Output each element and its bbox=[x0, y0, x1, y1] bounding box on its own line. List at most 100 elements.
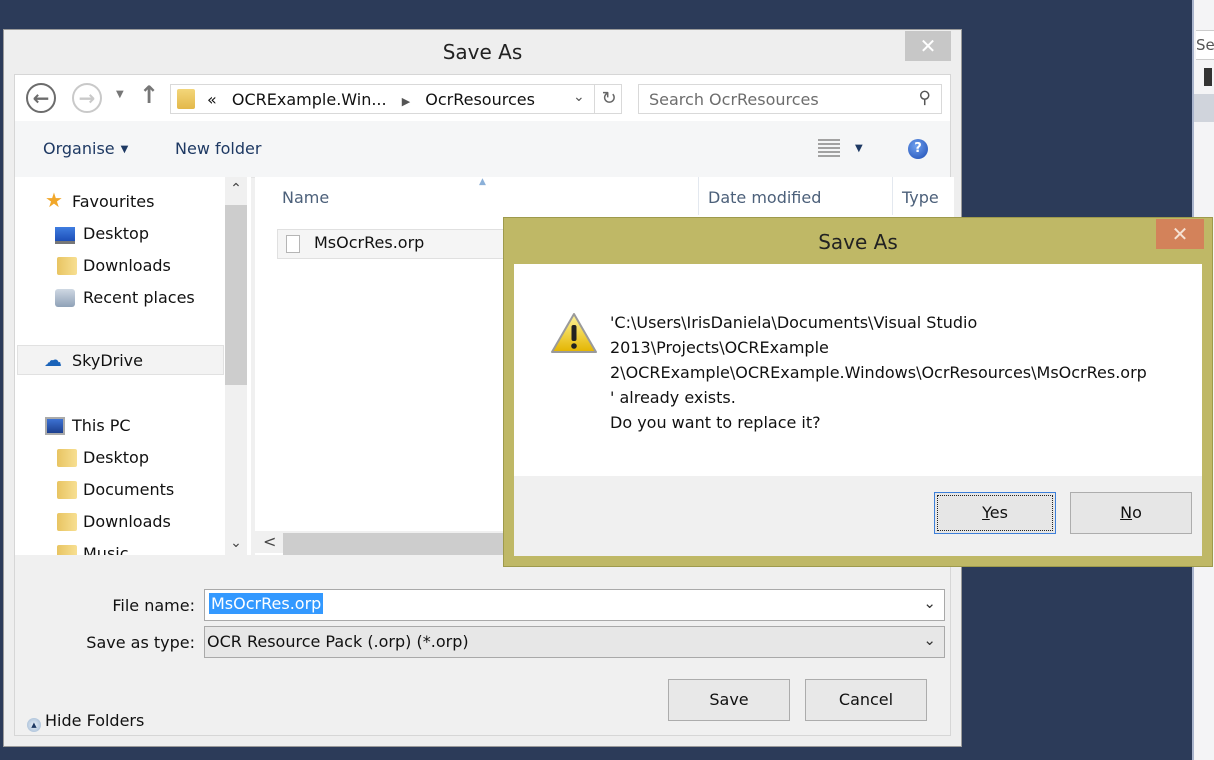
folder-icon bbox=[177, 89, 195, 109]
message-line: 'C:\Users\IrisDaniela\Documents\Visual S… bbox=[610, 313, 978, 332]
message-line: 2\OCRExample\OCRExample.Windows\OcrResou… bbox=[610, 363, 1147, 382]
collapse-icon: ▲ bbox=[27, 718, 41, 732]
sidebar-item-favourites[interactable]: ★ Favourites bbox=[15, 187, 225, 217]
breadcrumb-item[interactable]: OCRExample.Win... bbox=[232, 90, 387, 109]
yes-button[interactable]: Yes bbox=[934, 492, 1056, 534]
column-divider[interactable] bbox=[698, 177, 699, 215]
save-as-type-label: Save as type: bbox=[86, 633, 195, 652]
downloads-folder-icon bbox=[57, 513, 77, 531]
breadcrumb-overflow[interactable]: « bbox=[207, 90, 217, 109]
message-line: ' already exists. bbox=[610, 388, 736, 407]
search-placeholder: Search OcrResources bbox=[649, 90, 819, 109]
organise-label: Organise bbox=[43, 139, 115, 158]
breadcrumb: « OCRExample.Win... ▶ OcrResources bbox=[207, 90, 535, 109]
chevron-down-icon[interactable]: ⌄ bbox=[923, 631, 936, 649]
scroll-up-icon[interactable]: ⌃ bbox=[225, 181, 247, 197]
documents-folder-icon bbox=[57, 481, 77, 499]
sidebar-item-label: Downloads bbox=[83, 512, 171, 531]
sidebar-item-label: This PC bbox=[72, 416, 131, 435]
column-divider[interactable] bbox=[892, 177, 893, 215]
forward-button[interactable]: → bbox=[72, 83, 102, 113]
scroll-left-icon[interactable]: < bbox=[263, 532, 276, 551]
skydrive-icon: ☁ bbox=[44, 350, 62, 371]
confirm-button-bar: Yes No bbox=[514, 476, 1202, 556]
sidebar-scrollbar[interactable]: ⌃ ⌄ bbox=[225, 177, 247, 555]
save-button[interactable]: Save bbox=[668, 679, 790, 721]
hide-folders-button[interactable]: ▲ Hide Folders bbox=[27, 711, 144, 732]
sidebar-item-label: Downloads bbox=[83, 256, 171, 275]
computer-icon bbox=[45, 417, 65, 435]
sidebar-item-pc-desktop[interactable]: Desktop bbox=[15, 443, 225, 473]
confirm-dialog-title: Save As bbox=[818, 230, 898, 254]
navigation-bar: ← → ▼ ↑ « OCRExample.Win... ▶ OcrResourc… bbox=[15, 75, 950, 121]
confirm-message: 'C:\Users\IrisDaniela\Documents\Visual S… bbox=[610, 310, 1147, 435]
sidebar-item-this-pc[interactable]: This PC bbox=[15, 411, 225, 441]
column-header-name[interactable]: Name bbox=[282, 177, 329, 219]
new-folder-button[interactable]: New folder bbox=[175, 139, 261, 158]
yes-mnemonic: Y bbox=[982, 503, 990, 522]
message-line: 2013\Projects\OCRExample bbox=[610, 338, 829, 357]
view-options-dropdown[interactable]: ▼ bbox=[855, 143, 863, 154]
caret-down-icon: ▼ bbox=[120, 144, 129, 155]
chevron-down-icon[interactable]: ⌄ bbox=[573, 89, 585, 105]
no-mnemonic: N bbox=[1120, 503, 1133, 522]
close-button[interactable]: ✕ bbox=[905, 31, 951, 61]
desktop-icon bbox=[55, 227, 75, 244]
confirm-replace-dialog: Save As ✕ 'C:\Users\IrisDaniela\Document… bbox=[503, 217, 1213, 567]
dialog-title: Save As bbox=[442, 40, 523, 64]
sidebar-item-recent-places[interactable]: Recent places bbox=[15, 283, 225, 313]
confirm-close-button[interactable]: ✕ bbox=[1156, 219, 1204, 249]
sidebar-item-music[interactable]: Music bbox=[15, 539, 225, 555]
address-bar[interactable]: « OCRExample.Win... ▶ OcrResources ⌄ ↻ bbox=[170, 84, 622, 114]
horizontal-scrollbar[interactable]: < bbox=[255, 531, 515, 555]
background-marker bbox=[1204, 68, 1212, 86]
sidebar-item-label: Desktop bbox=[83, 448, 149, 467]
column-header-type[interactable]: Type bbox=[902, 177, 939, 219]
yes-label: es bbox=[989, 503, 1008, 522]
sidebar-item-pc-downloads[interactable]: Downloads bbox=[15, 507, 225, 537]
sidebar-item-skydrive[interactable]: ☁ SkyDrive bbox=[17, 345, 224, 375]
recent-locations-dropdown[interactable]: ▼ bbox=[116, 89, 124, 100]
message-line: Do you want to replace it? bbox=[610, 413, 821, 432]
view-details-icon[interactable] bbox=[818, 139, 840, 157]
scrollbar-thumb[interactable] bbox=[225, 205, 247, 385]
file-name-input[interactable]: MsOcrRes.orp ⌄ bbox=[204, 589, 945, 621]
file-name-label: File name: bbox=[112, 596, 195, 615]
save-as-type-select[interactable]: OCR Resource Pack (.orp) (*.orp) ⌄ bbox=[204, 626, 945, 658]
sidebar-item-downloads[interactable]: Downloads bbox=[15, 251, 225, 281]
search-icon[interactable]: ⚲ bbox=[919, 88, 931, 108]
sidebar-item-desktop[interactable]: Desktop bbox=[15, 219, 225, 249]
scroll-down-icon[interactable]: ⌄ bbox=[225, 535, 247, 551]
sidebar-item-label: Music bbox=[83, 544, 129, 555]
organise-button[interactable]: Organise ▼ bbox=[43, 139, 128, 158]
sort-ascending-icon: ▲ bbox=[479, 177, 486, 187]
sidebar-item-documents[interactable]: Documents bbox=[15, 475, 225, 505]
hide-folders-label: Hide Folders bbox=[45, 711, 145, 730]
sidebar-item-label: Recent places bbox=[83, 288, 195, 307]
background-header-bar bbox=[1194, 94, 1214, 122]
back-button[interactable]: ← bbox=[26, 83, 56, 113]
confirm-dialog-body: 'C:\Users\IrisDaniela\Documents\Visual S… bbox=[514, 264, 1202, 556]
file-row[interactable]: MsOcrRes.orp bbox=[277, 229, 517, 259]
recent-places-icon bbox=[55, 289, 75, 307]
background-search-field: Se bbox=[1196, 30, 1214, 60]
no-button[interactable]: No bbox=[1070, 492, 1192, 534]
scrollbar-thumb[interactable] bbox=[283, 533, 515, 555]
help-icon[interactable]: ? bbox=[908, 139, 928, 159]
file-name-value[interactable]: MsOcrRes.orp bbox=[209, 593, 324, 614]
up-folder-button[interactable]: ↑ bbox=[139, 81, 159, 109]
search-input[interactable]: Search OcrResources ⚲ bbox=[638, 84, 942, 114]
star-icon: ★ bbox=[45, 188, 63, 212]
breadcrumb-separator-icon[interactable]: ▶ bbox=[402, 95, 410, 108]
cancel-button[interactable]: Cancel bbox=[805, 679, 927, 721]
refresh-button[interactable]: ↻ bbox=[594, 85, 623, 113]
chevron-down-icon[interactable]: ⌄ bbox=[923, 594, 936, 612]
breadcrumb-item-current[interactable]: OcrResources bbox=[425, 90, 535, 109]
sidebar-item-label: SkyDrive bbox=[72, 351, 143, 370]
file-icon bbox=[286, 235, 300, 253]
downloads-folder-icon bbox=[57, 257, 77, 275]
music-folder-icon bbox=[57, 545, 77, 555]
desktop-folder-icon bbox=[57, 449, 77, 467]
column-header-date-modified[interactable]: Date modified bbox=[708, 177, 821, 219]
sidebar-item-label: Documents bbox=[83, 480, 175, 499]
